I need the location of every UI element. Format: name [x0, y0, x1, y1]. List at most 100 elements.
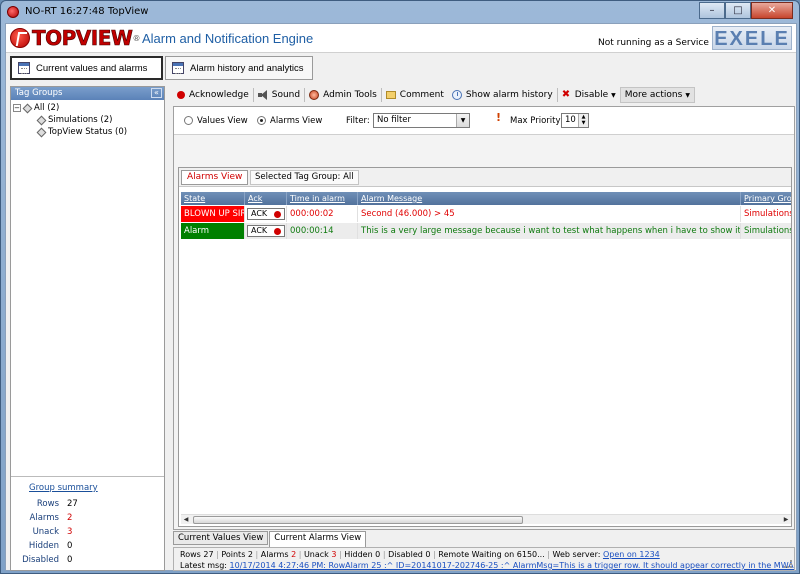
summary-value: 27 [67, 499, 78, 509]
resize-grip-icon[interactable] [784, 560, 792, 568]
show-alarm-history-label: Show alarm history [465, 90, 553, 100]
ack-button[interactable]: ACK [247, 208, 285, 220]
scroll-left-icon[interactable]: ◀ [181, 515, 191, 525]
scroll-right-icon[interactable]: ▶ [781, 515, 791, 525]
exele-logo: EXELE [712, 26, 792, 50]
alarm-row[interactable]: Alarm ACK 000:00:14 This is a very large… [181, 223, 791, 239]
tab-alarm-history-and-analytics[interactable]: Alarm history and analytics [165, 56, 313, 80]
more-actions-label: More actions [624, 90, 683, 100]
app-icon [7, 6, 19, 18]
chevron-down-icon: ▼ [685, 91, 690, 99]
status-unack-value: 3 [331, 550, 337, 559]
tab-current-values-and-alarms[interactable]: Current values and alarms [10, 56, 163, 80]
latest-message: Latest msg: 10/17/2014 4:27:46 PM: RowAl… [180, 561, 794, 570]
tree-item-all[interactable]: − All (2) [13, 102, 164, 114]
action-toolbar: Acknowledge Sound Admin Tools Comment Sh… [173, 86, 795, 104]
tree-item-simulations[interactable]: Simulations (2) [13, 114, 164, 126]
tree-item-label: TopView Status (0) [48, 127, 128, 137]
tree-item-label: All (2) [34, 103, 60, 113]
sound-button[interactable]: Sound [254, 86, 304, 104]
status-hidden: Hidden 0 [344, 550, 381, 559]
time-in-alarm-cell: 000:00:02 [287, 206, 358, 222]
summary-row-unack: Unack 3 [11, 527, 164, 539]
admin-tools-label: Admin Tools [323, 90, 377, 100]
summary-row-alarms: Alarms 2 [11, 513, 164, 525]
show-alarm-history-button[interactable]: Show alarm history [448, 86, 557, 104]
tag-groups-title: Tag Groups [15, 88, 63, 98]
speaker-icon [257, 90, 268, 100]
service-status: Not running as a Service [598, 38, 709, 48]
alarms-view-tab[interactable]: Alarms View [181, 170, 249, 185]
summary-row-rows: Rows 27 [11, 499, 164, 511]
summary-label: Hidden [28, 541, 59, 551]
alarm-state-cell: Alarm [181, 223, 245, 239]
unacknowledged-dot-icon [274, 211, 281, 218]
tree-item-label: Simulations (2) [48, 115, 113, 125]
chevron-down-icon[interactable]: ▼ [456, 114, 469, 127]
unacknowledged-dot-icon [274, 228, 281, 235]
values-view-label: Values View [197, 116, 248, 126]
collapse-tree-icon[interactable]: − [13, 103, 21, 112]
acknowledge-button[interactable]: Acknowledge [173, 86, 253, 104]
column-header-time-in-alarm[interactable]: Time in alarm [287, 192, 358, 205]
group-summary-title[interactable]: Group summary [29, 483, 98, 493]
max-priority-stepper[interactable]: 10 ▲ ▼ [561, 113, 589, 128]
maximize-button[interactable]: □ [725, 2, 751, 19]
disable-dropdown[interactable]: ✖ Disable ▼ [558, 86, 620, 104]
alarms-view-radio[interactable] [257, 116, 266, 125]
status-summary: Rows 27 | Points 2 | Alarms 2 | Unack 3 … [180, 550, 660, 559]
tab-current-alarms-view[interactable]: Current Alarms View [269, 531, 367, 548]
column-header-alarm-message[interactable]: Alarm Message [358, 192, 741, 205]
stepper-arrows-icon[interactable]: ▲ ▼ [578, 114, 588, 127]
tab-current-values-view[interactable]: Current Values View [173, 531, 269, 545]
minimize-button[interactable]: – [699, 2, 725, 19]
alarm-message-cell: Second (46.000) > 45 [358, 206, 741, 222]
column-header-state[interactable]: State [181, 192, 245, 205]
web-server-label: Web server: [552, 550, 601, 559]
window-controls: – □ ✕ [699, 2, 793, 19]
status-separator: | [298, 550, 302, 559]
latest-msg-label: Latest msg: [180, 561, 227, 570]
tag-group-icon [37, 116, 45, 124]
chevron-down-icon: ▼ [611, 91, 616, 99]
topview-logo: TOPVIEW ® [10, 26, 140, 50]
clock-icon [451, 90, 462, 100]
status-remote: Remote Waiting on 6150... [438, 550, 545, 559]
admin-tools-button[interactable]: Admin Tools [305, 86, 381, 104]
column-header-primary-group[interactable]: Primary Group [741, 192, 791, 205]
values-view-radio[interactable] [184, 116, 193, 125]
app-title: Alarm and Notification Engine [142, 31, 314, 46]
title-bar[interactable]: NO-RT 16:27:48 TopView – □ ✕ [1, 1, 799, 23]
collapse-panel-icon[interactable]: « [151, 88, 162, 98]
status-panel: Rows 27 | Points 2 | Alarms 2 | Unack 3 … [173, 547, 795, 571]
ack-button[interactable]: ACK [247, 225, 285, 237]
alarm-row[interactable]: BLOWN UP SIR! ACK 000:00:02 Second (46.0… [181, 206, 791, 222]
client-area: TOPVIEW ® Alarm and Notification Engine … [5, 23, 797, 571]
summary-row-hidden: Hidden 0 [11, 541, 164, 553]
max-priority-label: Max Priority [510, 116, 561, 126]
app-header: TOPVIEW ® Alarm and Notification Engine … [6, 24, 796, 53]
column-header-ack[interactable]: Ack [245, 192, 287, 205]
ack-cell: ACK [245, 206, 287, 222]
sound-label: Sound [271, 90, 301, 100]
tree-item-topview-status[interactable]: TopView Status (0) [13, 126, 164, 138]
web-server-link[interactable]: Open on 1234 [603, 550, 660, 559]
summary-label: Rows [36, 499, 59, 509]
filter-select-value: No filter [377, 115, 412, 125]
latest-msg-link[interactable]: 10/17/2014 4:27:46 PM: RowAlarm 25 :^ ID… [230, 561, 794, 570]
more-actions-dropdown[interactable]: More actions ▼ [619, 87, 695, 103]
comment-button[interactable]: Comment [382, 86, 448, 104]
alarm-message-cell: This is a very large message because i w… [358, 223, 741, 239]
app-window: NO-RT 16:27:48 TopView – □ ✕ TOPVIEW ® A… [0, 0, 800, 574]
tag-group-tree: − All (2) Simulations (2) TopView Status … [11, 100, 164, 138]
disable-label: Disable [574, 90, 609, 100]
filter-select[interactable]: No filter ▼ [373, 113, 470, 128]
alarm-grid-header: State Ack Time in alarm Alarm Message Pr… [181, 192, 791, 205]
primary-group-cell: Simulations [744, 209, 791, 219]
scrollbar-thumb[interactable] [193, 516, 523, 524]
close-button[interactable]: ✕ [751, 2, 793, 19]
status-separator: | [382, 550, 386, 559]
ack-cell: ACK [245, 223, 287, 239]
horizontal-scrollbar[interactable]: ◀ ▶ [181, 514, 791, 524]
summary-value: 2 [67, 513, 73, 523]
